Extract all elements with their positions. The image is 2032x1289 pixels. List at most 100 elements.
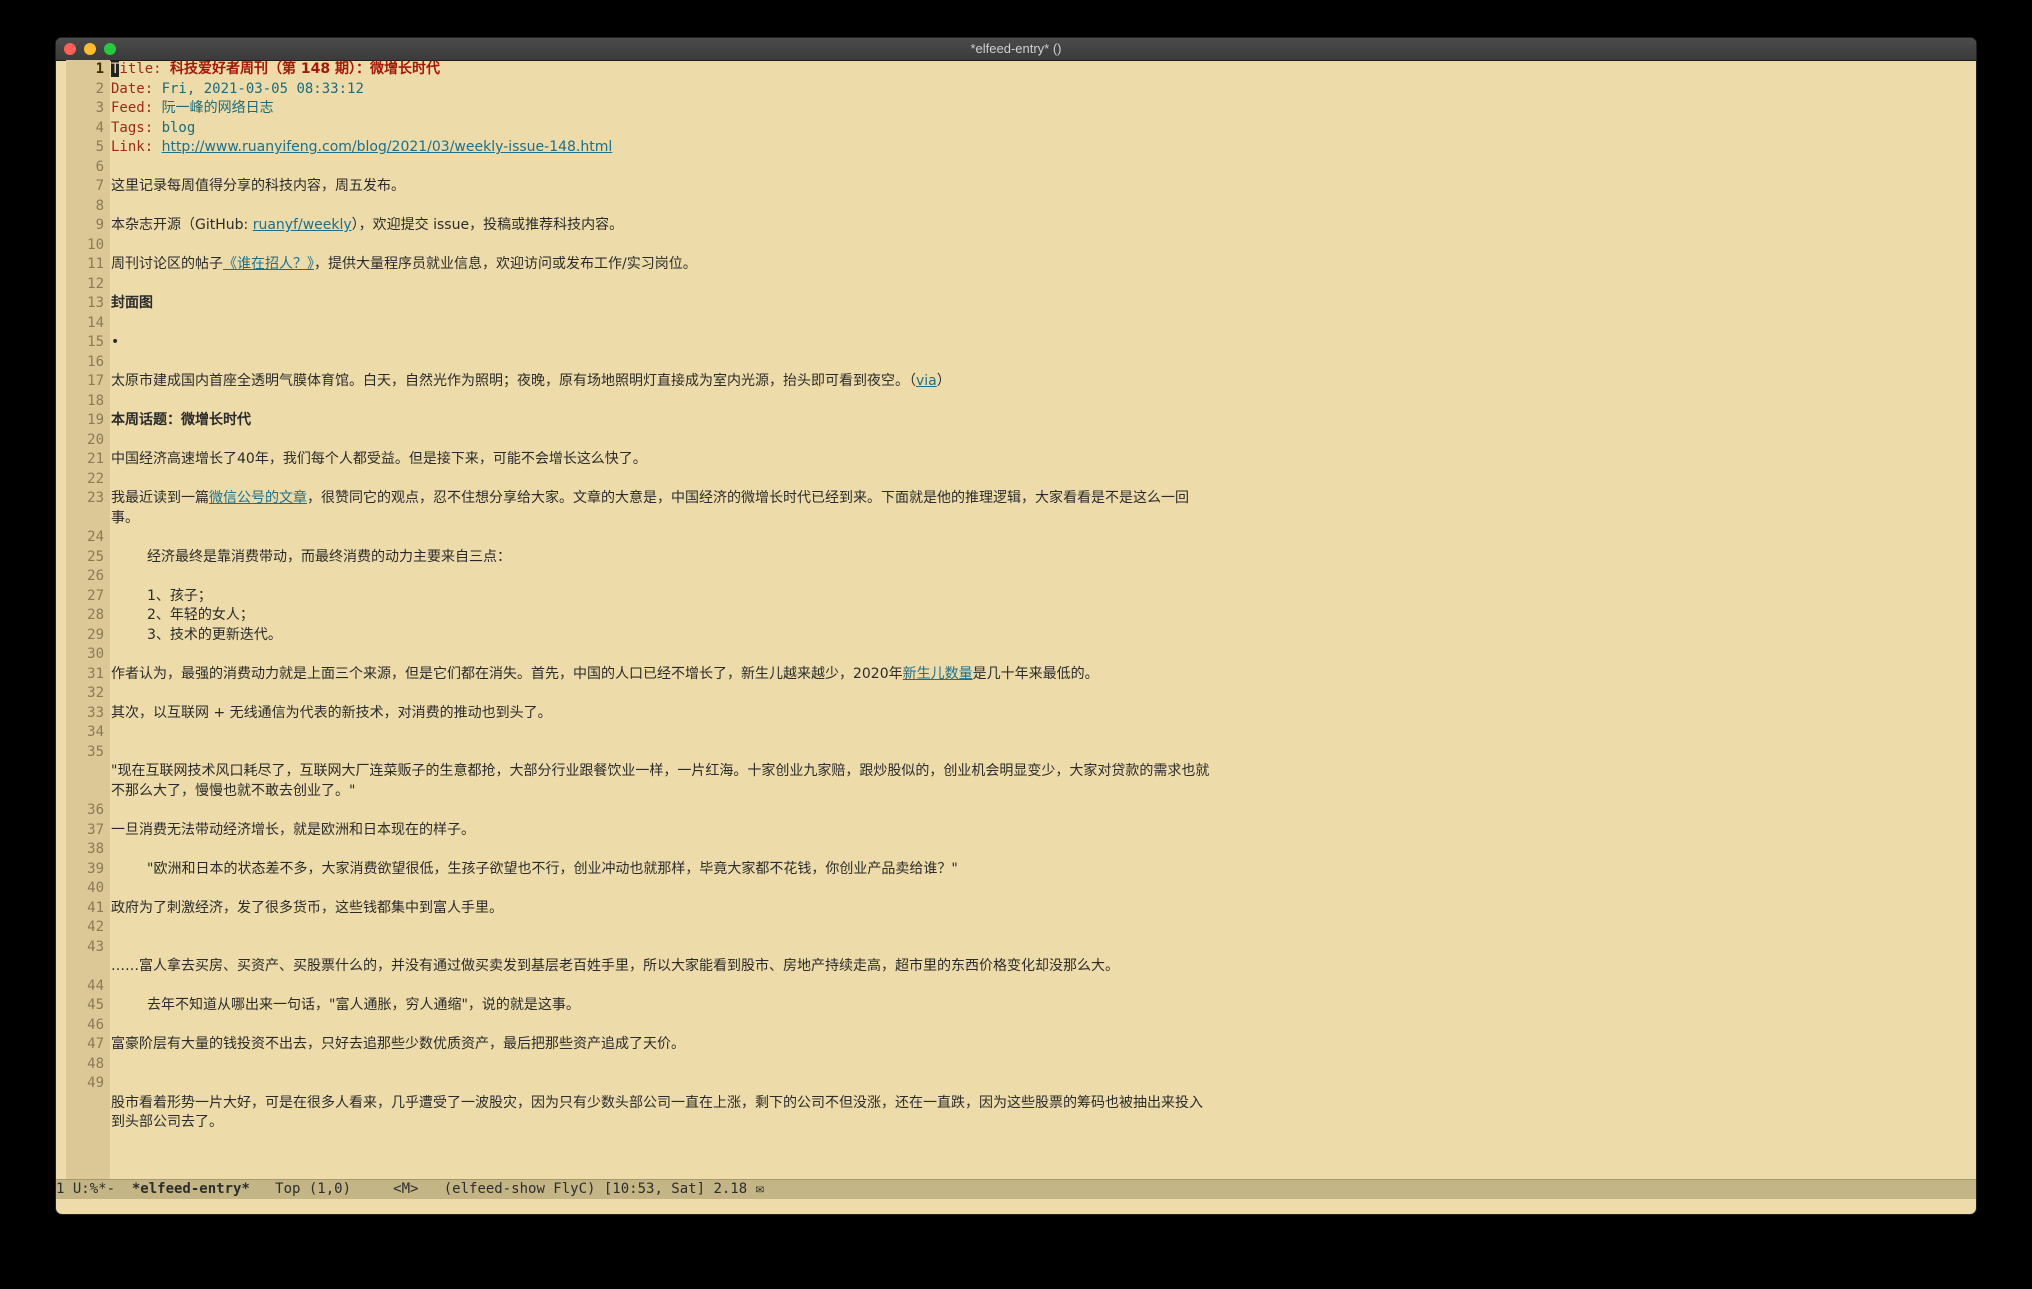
buffer-line[interactable]: 46 xyxy=(56,1016,1976,1036)
buffer-line[interactable]: 45 去年不知道从哪出来一句话，"富人通胀，穷人通缩"，说的就是这事。 xyxy=(56,996,1976,1016)
buffer-line[interactable]: 34 xyxy=(56,723,1976,743)
buffer-line[interactable]: 22 xyxy=(56,470,1976,490)
paragraph-text: 股市看着形势一片大好，可是在很多人看来，几乎遭受了一波股灾，因为只有少数头部公司… xyxy=(111,1094,1203,1131)
line-number: 24 xyxy=(87,529,104,545)
line-number: 47 xyxy=(87,1036,104,1052)
buffer-line[interactable]: 35 "现在互联网技术风口耗尽了，互联网大厂连菜贩子的生意都抢，大部分行业跟餐饮… xyxy=(56,743,1976,802)
buffer-line[interactable]: 41 政府为了刺激经济，发了很多货币，这些钱都集中到富人手里。 xyxy=(56,899,1976,919)
inline-link[interactable]: via xyxy=(916,373,937,389)
buffer-line[interactable]: 15 • xyxy=(56,333,1976,353)
line-number: 35 xyxy=(87,743,104,760)
buffer-line[interactable]: 29 3、技术的更新迭代。 xyxy=(56,626,1976,646)
line-number: 20 xyxy=(87,431,104,448)
header-key: Title: xyxy=(111,61,171,77)
paragraph-text: 去年不知道从哪出来一句话，"富人通胀，穷人通缩"，说的就是这事。 xyxy=(147,997,580,1013)
editor-buffer[interactable]: 1 Title: 科技爱好者周刊（第 148 期）：微增长时代 2 Date: Fri… xyxy=(56,60,1976,1180)
buffer-line[interactable]: 5 Link: http://www.ruanyifeng.com/blog/20… xyxy=(56,138,1976,158)
line-content: 一旦消费无法带动经济增长，就是欧洲和日本现在的样子。 xyxy=(111,821,1211,841)
buffer-line[interactable]: 14 xyxy=(56,314,1976,334)
inline-link[interactable]: 《谁在招人？》 xyxy=(223,256,314,272)
line-content xyxy=(111,197,1211,217)
buffer-line[interactable]: 30 xyxy=(56,645,1976,665)
line-content: Feed: 阮一峰的网络日志 xyxy=(111,99,1211,119)
mode-line-state: 1 U:%*- xyxy=(56,1181,132,1197)
line-content: 政府为了刺激经济，发了很多货币，这些钱都集中到富人手里。 xyxy=(111,899,1211,919)
buffer-line[interactable]: 36 xyxy=(56,801,1976,821)
emacs-window: *elfeed-entry* () 1 Title: 科技爱好者周刊（第 148 … xyxy=(56,38,1976,1214)
buffer-text[interactable]: 1 Title: 科技爱好者周刊（第 148 期）：微增长时代 2 Date: Fri… xyxy=(56,60,1976,1133)
buffer-line[interactable]: 37 一旦消费无法带动经济增长，就是欧洲和日本现在的样子。 xyxy=(56,821,1976,841)
buffer-line[interactable]: 21 中国经济高速增长了40年，我们每个人都受益。但是接下来，可能不会增长这么快了… xyxy=(56,450,1976,470)
buffer-line[interactable]: 38 xyxy=(56,840,1976,860)
buffer-line[interactable]: 2 Date: Fri, 2021-03-05 08:33:12 xyxy=(56,80,1976,100)
buffer-line[interactable]: 25 经济最终是靠消费带动，而最终消费的动力主要来自三点： xyxy=(56,548,1976,568)
header-link[interactable]: http://www.ruanyifeng.com/blog/2021/03/w… xyxy=(162,139,613,155)
header-value: blog xyxy=(161,119,196,136)
line-number: 27 xyxy=(87,587,104,604)
line-number: 1 xyxy=(95,61,104,77)
line-content: 我最近读到一篇微信公号的文章，很赞同它的观点，忍不住想分享给大家。文章的大意是，… xyxy=(111,489,1211,528)
inline-link[interactable]: 微信公号的文章 xyxy=(209,490,307,506)
mode-line-buffer-name: *elfeed-entry* xyxy=(131,1181,250,1197)
buffer-line[interactable]: 8 xyxy=(56,197,1976,217)
buffer-line[interactable]: 6 xyxy=(56,158,1976,178)
buffer-line[interactable]: 49 股市看着形势一片大好，可是在很多人看来，几乎遭受了一波股灾，因为只有少数头… xyxy=(56,1074,1976,1133)
buffer-line[interactable]: 32 xyxy=(56,684,1976,704)
paragraph-text: 作者认为，最强的消费动力就是上面三个来源，但是它们都在消失。首先，中国的人口已经… xyxy=(111,665,903,682)
buffer-line[interactable]: 43 ……富人拿去买房、买资产、买股票什么的，并没有通过做买卖发到基层老百姓手里… xyxy=(56,938,1976,977)
buffer-line[interactable]: 12 xyxy=(56,275,1976,295)
paragraph-text: 中国经济高速增长了40年，我们每个人都受益。但是接下来，可能不会增长这么快了。 xyxy=(111,451,647,467)
line-number: 25 xyxy=(87,548,104,565)
buffer-line[interactable]: 3 Feed: 阮一峰的网络日志 xyxy=(56,99,1976,119)
buffer-line[interactable]: 27 1、孩子； xyxy=(56,587,1976,607)
buffer-line[interactable]: 31 作者认为，最强的消费动力就是上面三个来源，但是它们都在消失。首先，中国的人口… xyxy=(56,665,1976,685)
buffer-line[interactable]: 44 xyxy=(56,977,1976,997)
line-content xyxy=(111,723,1211,743)
mode-line: 1 U:%*- *elfeed-entry* Top (1,0) <M> (el… xyxy=(56,1179,1976,1199)
buffer-line[interactable]: 24 xyxy=(56,528,1976,548)
buffer-line[interactable]: 7 这里记录每周值得分享的科技内容，周五发布。 xyxy=(56,177,1976,197)
buffer-line[interactable]: 28 2、年轻的女人； xyxy=(56,606,1976,626)
line-number: 21 xyxy=(87,451,104,467)
line-number: 33 xyxy=(87,704,104,721)
line-content: Date: Fri, 2021-03-05 08:33:12 xyxy=(111,80,1211,100)
paragraph-text: ），欢迎提交 issue，投稿或推荐科技内容。 xyxy=(351,217,624,233)
line-number: 3 xyxy=(95,100,104,116)
line-number: 40 xyxy=(87,880,104,896)
buffer-line[interactable]: 16 xyxy=(56,353,1976,373)
buffer-line[interactable]: 39 "欧洲和日本的状态差不多，大家消费欲望很低，生孩子欲望也不行，创业冲动也就那… xyxy=(56,860,1976,880)
buffer-line[interactable]: 20 xyxy=(56,431,1976,451)
line-number: 26 xyxy=(87,568,104,584)
buffer-line[interactable]: 9 本杂志开源（GitHub: ruanyf/weekly），欢迎提交 issue… xyxy=(56,216,1976,236)
paragraph-text: 经济最终是靠消费带动，而最终消费的动力主要来自三点： xyxy=(147,548,511,565)
buffer-line[interactable]: 1 Title: 科技爱好者周刊（第 148 期）：微增长时代 xyxy=(56,60,1976,80)
buffer-line[interactable]: 17 太原市建成国内首座全透明气膜体育馆。白天，自然光作为照明；夜晚，原有场地照明… xyxy=(56,372,1976,392)
buffer-line[interactable]: 26 xyxy=(56,567,1976,587)
buffer-line[interactable]: 13 封面图 xyxy=(56,294,1976,314)
buffer-line[interactable]: 19 本周话题：微增长时代 xyxy=(56,411,1976,431)
header-key: Link: xyxy=(111,139,162,155)
buffer-line[interactable]: 42 xyxy=(56,918,1976,938)
buffer-line[interactable]: 11 周刊讨论区的帖子《谁在招人？》，提供大量程序员就业信息，欢迎访问或发布工作/… xyxy=(56,255,1976,275)
line-number: 37 xyxy=(87,821,104,838)
line-number: 30 xyxy=(87,646,104,662)
paragraph-text: 2、年轻的女人； xyxy=(147,607,254,623)
paragraph-text: "欧洲和日本的状态差不多，大家消费欲望很低，生孩子欲望也不行，创业冲动也就那样，… xyxy=(147,860,958,877)
inline-link[interactable]: 新生儿数量 xyxy=(903,666,973,682)
paragraph-text: 政府为了刺激经济，发了很多货币，这些钱都集中到富人手里。 xyxy=(111,899,503,916)
line-content: 经济最终是靠消费带动，而最终消费的动力主要来自三点： xyxy=(111,548,1247,568)
buffer-line[interactable]: 48 xyxy=(56,1055,1976,1075)
buffer-line[interactable]: 23 我最近读到一篇微信公号的文章，很赞同它的观点，忍不住想分享给大家。文章的大意… xyxy=(56,489,1976,528)
line-number: 12 xyxy=(87,275,104,292)
buffer-line[interactable]: 33 其次，以互联网 + 无线通信为代表的新技术，对消费的推动也到头了。 xyxy=(56,704,1976,724)
line-content xyxy=(111,314,1211,334)
line-content: Title: 科技爱好者周刊（第 148 期）：微增长时代 xyxy=(111,60,1211,80)
buffer-line[interactable]: 4 Tags: blog xyxy=(56,119,1976,139)
buffer-line[interactable]: 18 xyxy=(56,392,1976,412)
buffer-line[interactable]: 40 xyxy=(56,879,1976,899)
line-number: 42 xyxy=(87,919,104,935)
inline-link[interactable]: ruanyf/weekly xyxy=(253,217,352,233)
buffer-line[interactable]: 10 xyxy=(56,236,1976,256)
line-number: 10 xyxy=(87,236,104,253)
buffer-line[interactable]: 47 富豪阶层有大量的钱投资不出去，只好去追那些少数优质资产，最后把那些资产追成了… xyxy=(56,1035,1976,1055)
